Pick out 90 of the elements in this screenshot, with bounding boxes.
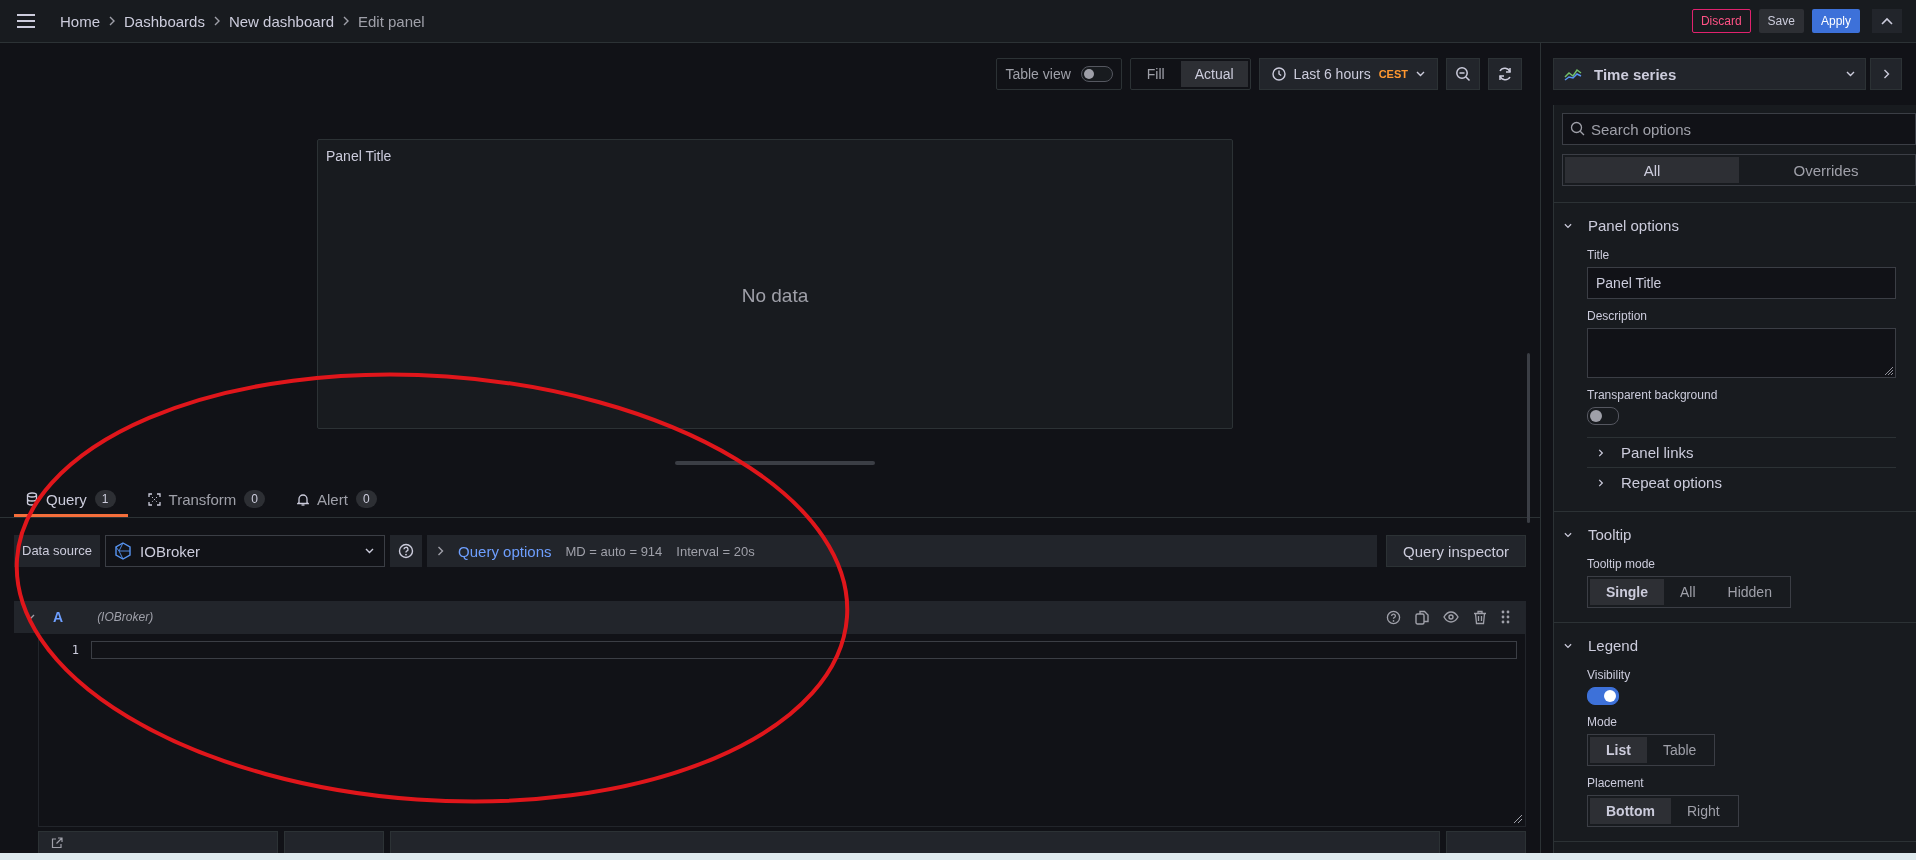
query-ref: A — [53, 609, 64, 625]
radio-option[interactable]: Right — [1671, 798, 1736, 824]
resize-grip-icon[interactable] — [1513, 814, 1523, 824]
caret-icon — [1846, 71, 1855, 77]
field-label: Description — [1587, 309, 1648, 323]
line-chart-icon — [1564, 67, 1582, 81]
toggle-switch[interactable] — [1587, 407, 1619, 425]
zoom-out-icon — [1455, 66, 1471, 82]
query-options-toggle[interactable]: Query options — [437, 542, 552, 560]
query-inspector-button[interactable]: Query inspector — [1386, 535, 1526, 567]
field-label: Mode — [1587, 715, 1618, 729]
code-line-field[interactable] — [91, 641, 1517, 659]
resize-handle[interactable] — [675, 461, 875, 465]
database-icon — [26, 492, 38, 506]
external-link-icon — [51, 837, 63, 849]
breadcrumb-link[interactable]: New dashboard — [228, 12, 334, 30]
hexagon-icon — [114, 542, 133, 560]
editor-tab[interactable]: Transform 0 — [135, 490, 278, 517]
eye-icon[interactable] — [1443, 611, 1459, 623]
menu-icon[interactable] — [16, 13, 36, 29]
section-header[interactable]: Tooltip — [1554, 512, 1916, 547]
bell-icon — [297, 492, 310, 506]
breadcrumb-link[interactable]: Edit panel — [358, 12, 425, 30]
field-label: Tooltip mode — [1587, 557, 1656, 571]
line-number: 1 — [70, 643, 80, 657]
options-tab[interactable]: Overrides — [1739, 157, 1913, 183]
clock-icon — [1271, 67, 1286, 81]
breadcrumb-link[interactable]: Dashboards — [124, 12, 205, 30]
breadcrumb-link[interactable]: Home — [60, 12, 100, 30]
field-label: Placement — [1587, 776, 1644, 790]
collapse-button[interactable] — [1872, 9, 1902, 33]
refresh-icon — [1497, 66, 1513, 82]
refresh-button[interactable] — [1488, 58, 1522, 90]
radio-option[interactable]: List — [1590, 737, 1647, 763]
field-label: Visibility — [1587, 668, 1631, 682]
visualization-picker[interactable]: Time series — [1553, 58, 1866, 90]
copy-icon[interactable] — [1415, 609, 1429, 625]
chevron-right-icon — [437, 546, 445, 556]
options-tab[interactable]: All — [1565, 157, 1739, 183]
radio-option[interactable]: Bottom — [1590, 798, 1671, 824]
radio-option[interactable]: All — [1664, 579, 1712, 605]
transform-icon — [147, 492, 161, 506]
caret-icon — [365, 548, 375, 554]
help-icon — [398, 543, 415, 559]
title-input[interactable]: Panel Title — [1587, 267, 1896, 299]
chevron-right-icon — [108, 16, 116, 26]
radio-option[interactable]: Hidden — [1711, 579, 1788, 605]
section-header[interactable]: Panel options — [1554, 203, 1916, 238]
drag-handle-icon[interactable] — [1501, 610, 1510, 624]
caret-icon — [1416, 71, 1425, 77]
chevron-right-icon — [342, 16, 350, 26]
table-view-toggle[interactable]: Table view — [996, 58, 1122, 90]
zoom-out-button[interactable] — [1446, 58, 1480, 90]
subsection-header[interactable]: Panel links — [1587, 437, 1896, 467]
help-icon[interactable] — [1386, 609, 1401, 625]
chevron-up-icon — [1881, 17, 1893, 25]
max-data-points-info: MD = auto = 914 — [565, 543, 663, 559]
data-source-select[interactable]: IOBroker — [105, 535, 386, 567]
editor-tab[interactable]: Alert 0 — [285, 490, 389, 517]
interval-info: Interval = 20s — [676, 543, 755, 559]
header-button[interactable]: Discard — [1691, 9, 1751, 33]
chevron-right-icon — [1882, 69, 1890, 79]
editor-help-link[interactable] — [38, 831, 278, 855]
radio-option[interactable]: Single — [1590, 579, 1664, 605]
size-mode-button[interactable]: Actual — [1180, 61, 1248, 87]
no-data-message: No data — [741, 285, 809, 307]
radio-option[interactable]: Table — [1646, 737, 1713, 763]
scrollbar[interactable] — [1527, 353, 1530, 523]
resize-grip-icon[interactable] — [1884, 366, 1894, 376]
size-mode-button[interactable]: Fill — [1132, 61, 1179, 87]
sample-query-button[interactable] — [284, 831, 384, 855]
search-field[interactable]: Search options — [1562, 113, 1916, 145]
help-button[interactable] — [390, 535, 423, 567]
trash-icon[interactable] — [1473, 609, 1487, 625]
panel-title: Panel Title — [325, 147, 393, 164]
help-toggle-button[interactable] — [1446, 831, 1526, 855]
section-header[interactable]: Legend — [1554, 623, 1916, 658]
code-editor[interactable]: 1 — [38, 633, 1526, 827]
query-source: (IOBroker) — [97, 610, 154, 624]
editor-tab[interactable]: Query 1 — [14, 490, 128, 517]
time-range-picker[interactable]: Last 6 hours CEST — [1258, 58, 1438, 90]
header-button[interactable]: Apply — [1811, 9, 1860, 33]
field-label: Transparent background — [1587, 388, 1718, 402]
field-label: Title — [1587, 248, 1610, 262]
toggle-switch[interactable] — [1587, 687, 1619, 705]
chevron-right-icon — [212, 16, 221, 26]
description-input[interactable] — [1587, 328, 1896, 378]
subsection-header[interactable]: Repeat options — [1587, 467, 1896, 497]
data-source-label: Data source — [14, 535, 101, 567]
header-button[interactable]: Save — [1758, 9, 1804, 33]
